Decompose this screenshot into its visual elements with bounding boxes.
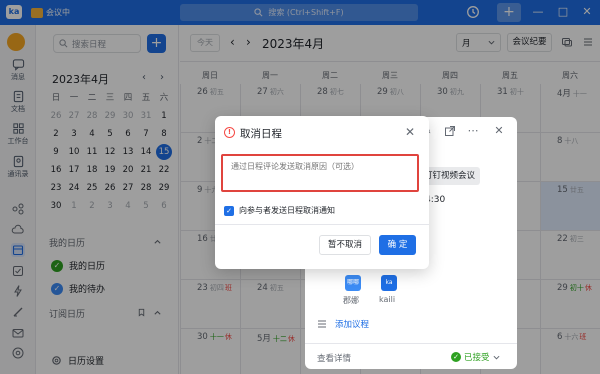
chevron-down-icon: [493, 355, 500, 360]
popover-footer: 查看详情 ✓ 已接受: [305, 343, 517, 369]
attendee-avatar[interactable]: ka: [381, 275, 397, 291]
open-external-icon[interactable]: [444, 125, 456, 137]
rsvp-status-label: 已接受: [464, 353, 490, 363]
view-details-link[interactable]: 查看详情: [317, 352, 351, 364]
cancel-schedule-dialog: ! 取消日程 ✕ ✓ 向参与者发送日程取消通知 暂不取消 确 定: [215, 116, 429, 269]
list-icon: [318, 320, 326, 328]
notify-attendees-checkbox[interactable]: ✓ 向参与者发送日程取消通知: [224, 205, 335, 216]
dialog-divider: [215, 224, 429, 225]
check-icon: ✓: [451, 352, 461, 362]
add-agenda-label: 添加议程: [335, 320, 370, 330]
attendee-name: 郡娜: [343, 296, 359, 305]
notify-attendees-label: 向参与者发送日程取消通知: [239, 206, 335, 215]
keep-schedule-button[interactable]: 暂不取消: [319, 235, 371, 255]
checkbox-checked-icon[interactable]: ✓: [224, 205, 234, 216]
attendee-avatar[interactable]: 哪哪: [345, 275, 361, 291]
dialog-close-button[interactable]: ✕: [405, 125, 415, 139]
confirm-button[interactable]: 确 定: [379, 235, 416, 255]
dialog-title: 取消日程: [240, 128, 282, 140]
warning-icon: !: [224, 127, 235, 138]
close-icon[interactable]: ✕: [493, 125, 505, 137]
attendee-name: kaili: [379, 295, 396, 304]
more-options-icon[interactable]: ⋯: [467, 125, 479, 137]
cancel-reason-input[interactable]: [221, 154, 419, 192]
add-agenda-button[interactable]: 添加议程: [317, 318, 369, 330]
rsvp-status-select[interactable]: ✓ 已接受: [451, 351, 500, 363]
